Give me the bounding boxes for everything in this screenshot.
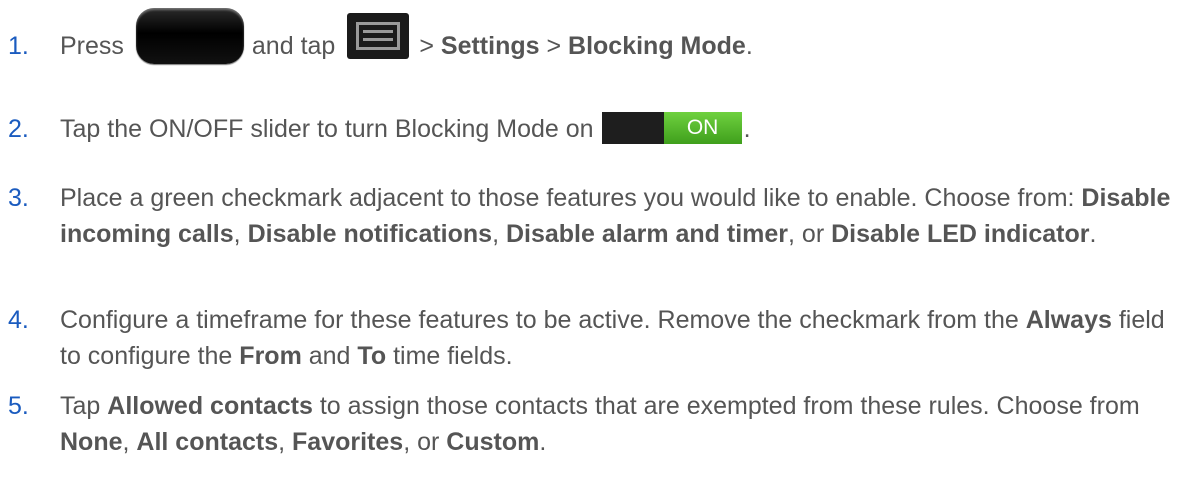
separator: > [546,32,562,60]
step-text-body: Configure a timeframe for these features… [60,306,1019,334]
punctuation: . [745,32,753,60]
punctuation: . [1089,220,1097,248]
from-field-label: From [239,342,302,370]
step-number: 1. [8,32,29,60]
punctuation: , [122,428,130,456]
step-text-body: Tap the ON/OFF slider to turn Blocking M… [60,115,594,143]
option-favorites: Favorites [292,428,404,456]
step-text: Tap the ON/OFF slider to turn Blocking M… [60,111,1175,147]
step-text-and-tap: and tap [251,32,336,60]
step-text-press: Press [60,32,124,60]
punctuation: . [539,428,547,456]
settings-label: Settings [440,32,540,60]
option-disable-notifications: Disable notifications [247,220,493,248]
option-custom: Custom [446,428,540,456]
step-text: Tap Allowed contacts to assign those con… [60,388,1175,460]
step-text-and: and [308,342,351,370]
option-all-contacts: All contacts [136,428,279,456]
step-text-body: Place a green checkmark adjacent to thos… [60,184,1075,212]
step-text: Place a green checkmark adjacent to thos… [60,180,1175,252]
step-text: Press and tap > Settings > Blocking Mode. [60,8,1175,65]
menu-button-icon [347,13,410,60]
step-text-body: to assign those contacts that are exempt… [319,392,1140,420]
home-button-icon [135,8,244,65]
to-field-label: To [357,342,387,370]
on-off-toggle-icon: ON [601,112,742,145]
toggle-on-label: ON [663,112,742,145]
step-number: 4. [8,306,29,334]
step-text-or: , or [788,220,825,248]
separator: > [419,32,434,60]
punctuation: , [278,428,286,456]
step-text-body: time fields. [393,342,513,370]
blocking-mode-label: Blocking Mode [568,32,746,60]
punctuation: , [233,220,241,248]
step-text: Configure a timeframe for these features… [60,302,1175,374]
always-field-label: Always [1025,306,1112,334]
option-none: None [60,428,123,456]
step-text-tap: Tap [60,392,101,420]
step-number: 2. [8,115,29,143]
option-disable-alarm-and-timer: Disable alarm and timer [505,220,789,248]
step-number: 5. [8,392,29,420]
step-text-or: , or [403,428,440,456]
punctuation: , [492,220,500,248]
option-disable-led-indicator: Disable LED indicator [831,220,1090,248]
punctuation: . [743,115,751,143]
allowed-contacts-label: Allowed contacts [107,392,313,420]
step-number: 3. [8,184,29,212]
